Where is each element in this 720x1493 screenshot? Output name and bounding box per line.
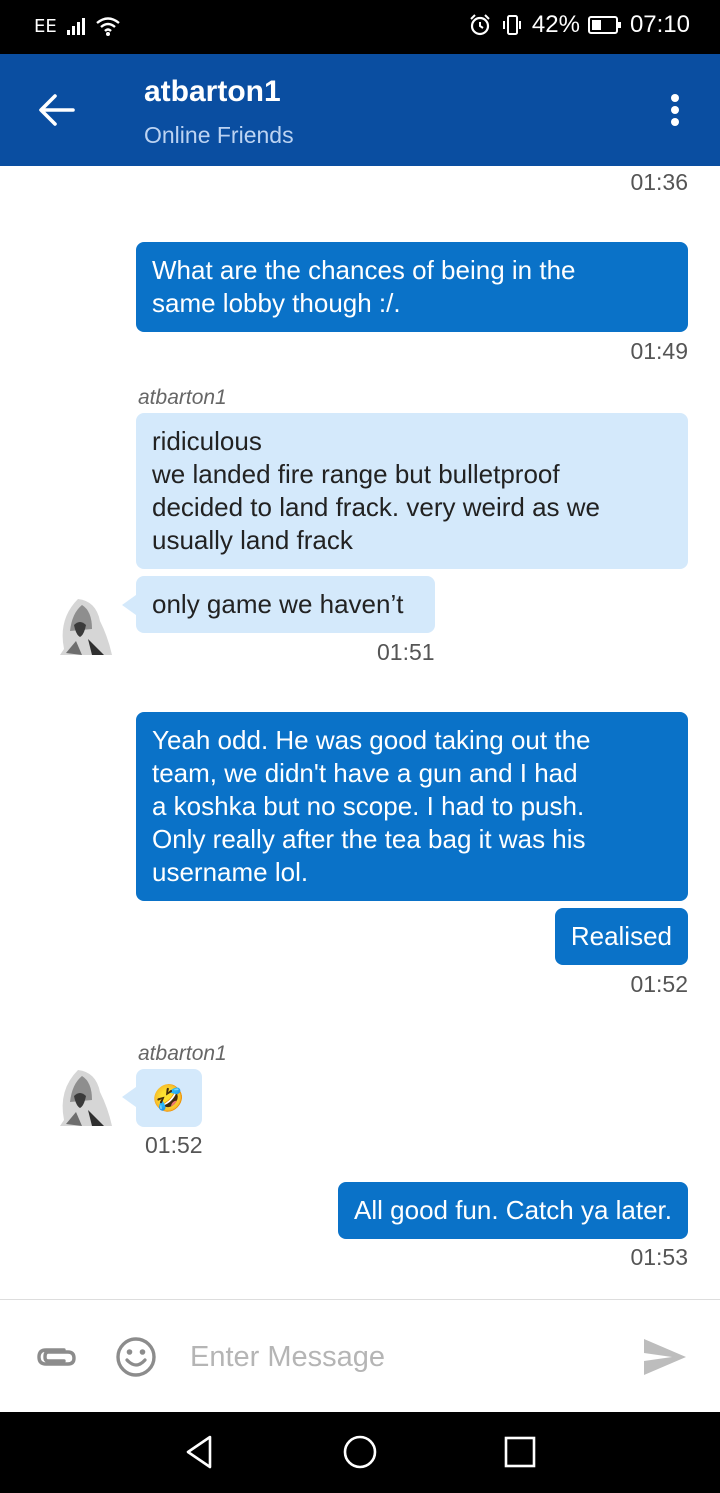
system-nav-bar <box>0 1412 720 1493</box>
arrow-left-icon <box>39 94 75 126</box>
more-vertical-icon <box>671 94 679 126</box>
outgoing-message[interactable]: All good fun. Catch ya later. <box>338 1182 688 1239</box>
send-button[interactable] <box>642 1335 688 1379</box>
battery-percent: 42% <box>531 11 580 38</box>
status-left: EE <box>34 15 121 37</box>
back-triangle-icon <box>186 1435 212 1469</box>
bubble-tail <box>122 595 136 615</box>
send-icon <box>644 1339 686 1375</box>
paperclip-icon <box>37 1348 76 1366</box>
sender-name: atbarton1 <box>138 1042 227 1065</box>
message-timestamp: 01:53 <box>630 1244 688 1270</box>
bubble-tail <box>122 1087 136 1107</box>
message-timestamp: 01:49 <box>630 338 688 364</box>
message-composer <box>0 1299 720 1412</box>
avatar[interactable] <box>48 1062 112 1126</box>
nav-back-button[interactable] <box>180 1432 220 1472</box>
incoming-message[interactable]: ridiculous we landed fire range but bull… <box>136 413 688 569</box>
message-timestamp: 01:36 <box>630 169 688 195</box>
nav-home-button[interactable] <box>340 1432 380 1472</box>
message-list[interactable]: 01:36 What are the chances of being in t… <box>0 166 720 1299</box>
more-options-button[interactable] <box>660 88 690 132</box>
wifi-icon <box>95 17 120 36</box>
alarm-icon <box>470 14 490 36</box>
outgoing-message[interactable]: What are the chances of being in the sam… <box>136 242 688 332</box>
message-timestamp: 01:51 <box>377 639 435 665</box>
incoming-emoji-message[interactable]: 🤣 <box>136 1069 202 1127</box>
sender-name: atbarton1 <box>138 386 227 409</box>
outgoing-message[interactable]: Yeah odd. He was good taking out the tea… <box>136 712 688 901</box>
status-right: 42% 07:10 <box>468 11 690 39</box>
nav-recents-button[interactable] <box>500 1432 540 1472</box>
avatar[interactable] <box>48 591 112 655</box>
page-subtitle: Online Friends <box>144 122 294 148</box>
vibrate-icon <box>502 15 521 35</box>
attach-button[interactable] <box>34 1336 78 1376</box>
incoming-message[interactable]: only game we haven’t <box>136 576 435 633</box>
clock: 07:10 <box>629 11 690 38</box>
page-title: atbarton1 <box>144 75 281 108</box>
signal-icon <box>66 17 85 35</box>
message-timestamp: 01:52 <box>145 1132 203 1158</box>
home-circle-icon <box>343 1435 377 1469</box>
battery-icon <box>587 16 621 34</box>
carrier-label: EE <box>34 15 57 37</box>
outgoing-message[interactable]: Realised <box>554 908 688 965</box>
smiley-icon <box>116 1337 156 1377</box>
emoji-button[interactable] <box>114 1335 158 1379</box>
recents-square-icon <box>504 1436 536 1468</box>
message-timestamp: 01:52 <box>630 971 688 997</box>
status-bar: EE 42% 07:10 <box>0 0 720 54</box>
message-input[interactable] <box>190 1330 610 1384</box>
app-header: atbarton1 Online Friends <box>0 54 720 166</box>
back-button[interactable] <box>30 84 82 136</box>
